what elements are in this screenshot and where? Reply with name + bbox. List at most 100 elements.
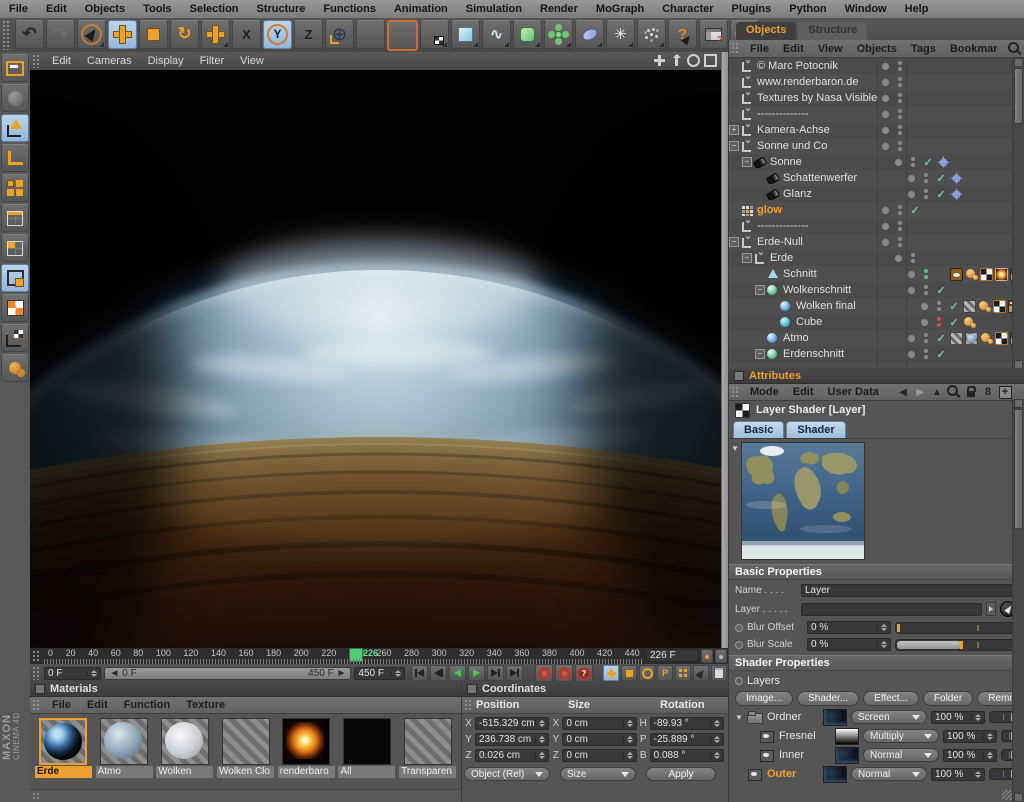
layer-color-dot[interactable] xyxy=(877,79,893,86)
viewport-menu-item[interactable]: Edit xyxy=(44,55,79,67)
materials-header[interactable]: Materials xyxy=(30,682,461,697)
expand-toggle[interactable] xyxy=(768,302,779,311)
material-item[interactable]: Erde xyxy=(34,718,93,778)
object-tree-row[interactable]: Erde ✓ xyxy=(729,250,1024,266)
record-button[interactable] xyxy=(575,664,593,682)
spinner[interactable] xyxy=(971,714,981,721)
position-field[interactable]: 0.026 cm xyxy=(475,749,549,762)
attributes-toolbar-icon[interactable] xyxy=(930,385,944,399)
opacity-field[interactable]: 100 % xyxy=(943,730,997,743)
opacity-field[interactable]: 100 % xyxy=(943,749,997,762)
material-item[interactable]: Wolken xyxy=(155,718,214,778)
resize-handle[interactable] xyxy=(1002,790,1012,800)
blend-mode-dropdown[interactable]: Normal xyxy=(851,767,927,781)
materials-grip[interactable] xyxy=(32,699,41,711)
layer-color-dot[interactable] xyxy=(903,351,919,358)
object-label[interactable]: Erdenschnitt xyxy=(783,348,844,360)
object-tree-row[interactable]: Textures by Nasa Visible Eart ✓ xyxy=(729,90,1024,106)
layer-color-dot[interactable] xyxy=(877,207,893,214)
spinner[interactable] xyxy=(983,733,993,740)
scroll-thumb[interactable] xyxy=(1014,409,1023,529)
range-end-field[interactable]: 450 F xyxy=(354,667,405,680)
transport-button[interactable] xyxy=(487,665,504,681)
object-manager-menu-item[interactable]: Bookmar xyxy=(943,43,1005,55)
enabled-check-icon[interactable]: ✓ xyxy=(932,284,950,297)
layer-thumbnail[interactable] xyxy=(835,728,859,745)
expand-toggle[interactable] xyxy=(729,62,740,71)
layer-color-dot[interactable] xyxy=(877,223,893,230)
material-item[interactable]: Transparen xyxy=(398,718,457,778)
layer-color-dot[interactable] xyxy=(903,191,919,198)
mode-button[interactable] xyxy=(1,114,29,142)
visibility-dots[interactable] xyxy=(919,173,932,183)
layer-color-dot[interactable] xyxy=(903,175,919,182)
spinner[interactable] xyxy=(535,736,545,743)
transport-button[interactable] xyxy=(468,665,485,681)
apply-button[interactable]: Apply xyxy=(646,767,716,781)
materials-menu-item[interactable]: Texture xyxy=(178,699,233,711)
mode-button[interactable] xyxy=(1,234,29,262)
layer-flyout-arrow[interactable] xyxy=(986,602,996,616)
mode-button[interactable] xyxy=(1,324,29,352)
attributes-menu-item[interactable]: User Data xyxy=(821,386,886,398)
object-label[interactable]: Schattenwerfer xyxy=(783,172,857,184)
expand-toggle[interactable] xyxy=(729,126,740,135)
viewport-nav-icon[interactable] xyxy=(670,54,683,67)
attributes-header[interactable]: Attributes xyxy=(729,368,1024,384)
material-thumbnail[interactable] xyxy=(222,718,270,765)
scroll-thumb[interactable] xyxy=(1014,68,1023,124)
expand-toggle[interactable] xyxy=(755,350,766,359)
object-tag-icon[interactable] xyxy=(965,268,978,281)
object-label[interactable]: Erde xyxy=(770,252,793,264)
layer-color-dot[interactable] xyxy=(877,127,893,134)
shader-layer-row[interactable]: Inner Normal 100 % xyxy=(735,747,1016,763)
layer-name[interactable]: Outer xyxy=(767,768,819,780)
visibility-dots[interactable] xyxy=(919,189,932,199)
enabled-check-icon[interactable]: ✓ xyxy=(919,156,937,169)
record-toggle[interactable] xyxy=(603,665,619,681)
layer-input[interactable] xyxy=(801,603,982,616)
attributes-toolbar-icon[interactable] xyxy=(981,385,995,399)
visibility-dots[interactable] xyxy=(932,317,945,327)
transport-button[interactable] xyxy=(430,665,447,681)
object-label[interactable]: Wolken final xyxy=(796,300,856,312)
spinner[interactable] xyxy=(710,736,720,743)
object-tree-row[interactable]: Erdenschnitt ✓ xyxy=(729,346,1024,362)
object-tree-row[interactable]: Wolken final ✓ xyxy=(729,298,1024,314)
object-tag-icon[interactable] xyxy=(963,316,976,329)
toolbar-button[interactable] xyxy=(544,20,573,49)
layer-color-dot[interactable] xyxy=(877,95,893,102)
object-tree-row[interactable]: Atmo ✓ xyxy=(729,330,1024,346)
layer-name[interactable]: Ordner xyxy=(767,711,819,723)
material-item[interactable]: Wolken Clo xyxy=(216,718,275,778)
viewport-nav-icon[interactable] xyxy=(687,54,700,67)
menu-item[interactable]: Edit xyxy=(37,3,76,15)
materials-menu-item[interactable]: Function xyxy=(116,699,178,711)
menu-item[interactable]: Simulation xyxy=(457,3,531,15)
layer-color-dot[interactable] xyxy=(877,63,893,70)
menu-item[interactable]: MoGraph xyxy=(587,3,653,15)
object-tree-row[interactable]: Schnitt ✓ xyxy=(729,266,1024,282)
attributes-menu-item[interactable]: Mode xyxy=(743,386,786,398)
layer-action-button[interactable]: Image... xyxy=(735,691,793,706)
object-label[interactable]: Cube xyxy=(796,316,822,328)
material-name[interactable]: Wolken Clo xyxy=(217,766,274,778)
materials-menu-item[interactable]: File xyxy=(44,699,79,711)
object-tree-row[interactable]: -------------- ✓ xyxy=(729,106,1024,122)
animation-toggle[interactable] xyxy=(735,624,743,632)
playhead[interactable] xyxy=(349,648,363,662)
toolbar-button[interactable] xyxy=(15,20,44,49)
object-label[interactable]: Schnitt xyxy=(783,268,817,280)
mode-button[interactable] xyxy=(1,264,29,292)
menu-item[interactable]: Structure xyxy=(248,3,315,15)
transport-button[interactable] xyxy=(411,665,428,681)
opacity-field[interactable]: 100 % xyxy=(931,711,985,724)
spinner[interactable] xyxy=(877,624,887,631)
enabled-check-icon[interactable]: ✓ xyxy=(932,348,950,361)
transport-button[interactable] xyxy=(506,665,523,681)
toolbar-button[interactable] xyxy=(513,20,542,49)
attributes-toolbar-icon[interactable] xyxy=(913,385,927,399)
mode-button[interactable] xyxy=(1,174,29,202)
menu-item[interactable]: Help xyxy=(896,3,938,15)
object-tree-row[interactable]: Cube ✓ xyxy=(729,314,1024,330)
